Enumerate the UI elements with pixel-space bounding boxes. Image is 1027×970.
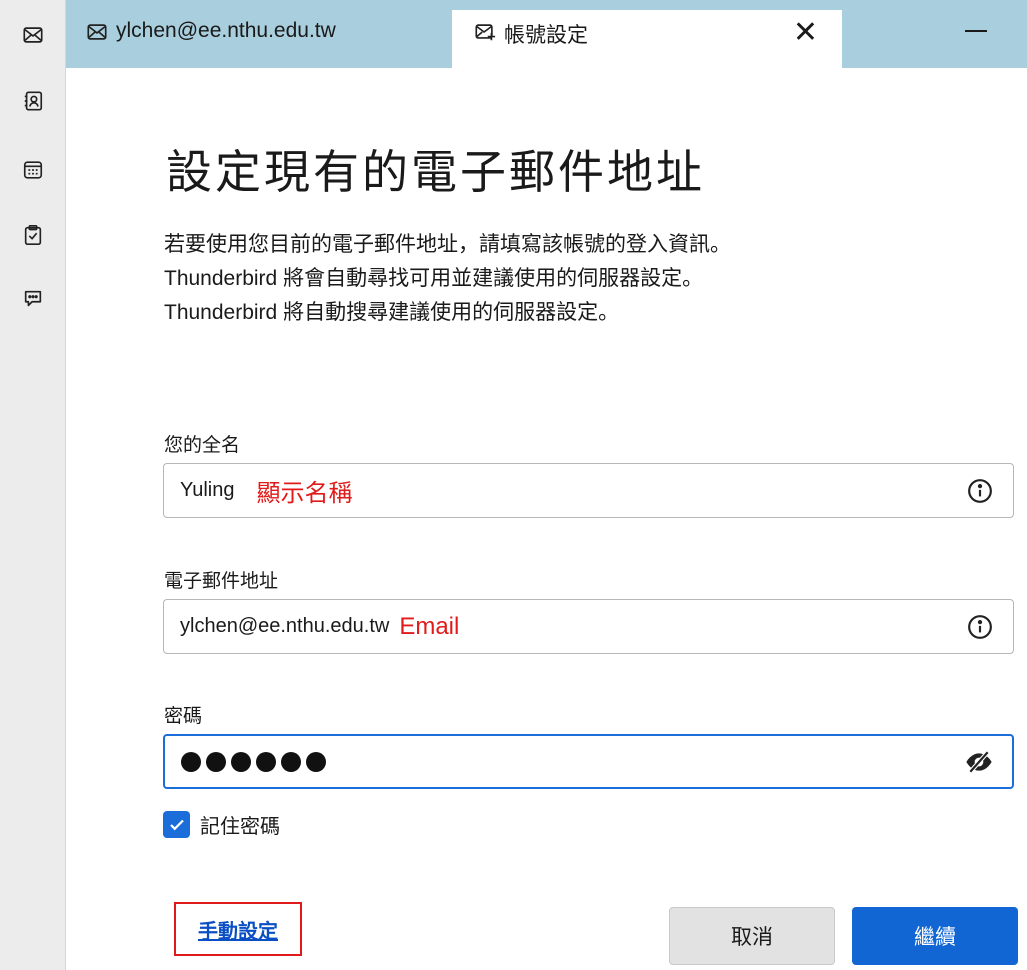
- manual-config-highlight: 手動設定: [174, 902, 302, 956]
- spaces-toolbar: [0, 0, 66, 970]
- description-line: Thunderbird 將自動搜尋建議使用的伺服器設定。: [164, 301, 620, 324]
- close-icon[interactable]: ✕: [793, 18, 818, 48]
- password-dot: [281, 751, 301, 772]
- email-label: 電子郵件地址: [164, 571, 279, 592]
- name-field[interactable]: Yuling 顯示名稱: [163, 463, 1014, 518]
- password-field[interactable]: [163, 734, 1014, 789]
- account-setup-icon: [475, 24, 496, 41]
- remember-password-checkbox[interactable]: 記住密碼: [163, 810, 280, 839]
- page-description: 若要使用您目前的電子郵件地址，請填寫該帳號的登入資訊。 Thunderbird …: [164, 228, 731, 330]
- manual-config-link[interactable]: 手動設定: [198, 915, 278, 944]
- tab-label: 帳號設定: [504, 24, 588, 47]
- tab-account-setup[interactable]: 帳號設定 ✕: [452, 10, 842, 68]
- checkmark-icon: [163, 811, 190, 838]
- password-dot: [206, 751, 226, 772]
- password-dot: [181, 751, 201, 772]
- email-field[interactable]: ylchen@ee.nthu.edu.tw Email: [163, 599, 1014, 654]
- tasks-icon[interactable]: [20, 222, 46, 248]
- password-dot: [231, 751, 251, 772]
- eye-slash-icon[interactable]: [966, 749, 992, 775]
- name-label: 您的全名: [164, 435, 241, 456]
- password-dot: [256, 751, 276, 772]
- password-dot: [306, 751, 326, 772]
- email-value: ylchen@ee.nthu.edu.tw: [180, 615, 390, 637]
- info-icon[interactable]: [967, 614, 993, 640]
- page-title: 設定現有的電子郵件地址: [166, 145, 705, 199]
- password-label: 密碼: [164, 706, 203, 727]
- mail-icon[interactable]: [20, 22, 46, 48]
- mail-icon: [87, 24, 107, 40]
- continue-button[interactable]: 繼續: [852, 907, 1018, 965]
- address-book-icon[interactable]: [20, 88, 46, 114]
- password-mask: [181, 751, 326, 772]
- email-annotation: Email: [399, 612, 460, 640]
- minimize-button[interactable]: [965, 30, 987, 32]
- calendar-icon[interactable]: [20, 157, 46, 183]
- tab-mail[interactable]: ylchen@ee.nthu.edu.tw: [86, 10, 446, 68]
- remember-password-label: 記住密碼: [200, 816, 280, 838]
- name-value: Yuling: [180, 479, 235, 501]
- tab-label: ylchen@ee.nthu.edu.tw: [116, 19, 336, 42]
- tab-bar: ylchen@ee.nthu.edu.tw 帳號設定 ✕: [66, 0, 1027, 68]
- info-icon[interactable]: [967, 478, 993, 504]
- description-line: Thunderbird 將會自動尋找可用並建議使用的伺服器設定。: [164, 267, 704, 290]
- name-annotation: 顯示名稱: [256, 480, 353, 507]
- description-line: 若要使用您目前的電子郵件地址，請填寫該帳號的登入資訊。: [164, 233, 731, 256]
- cancel-button[interactable]: 取消: [669, 907, 835, 965]
- chat-icon[interactable]: [20, 286, 46, 312]
